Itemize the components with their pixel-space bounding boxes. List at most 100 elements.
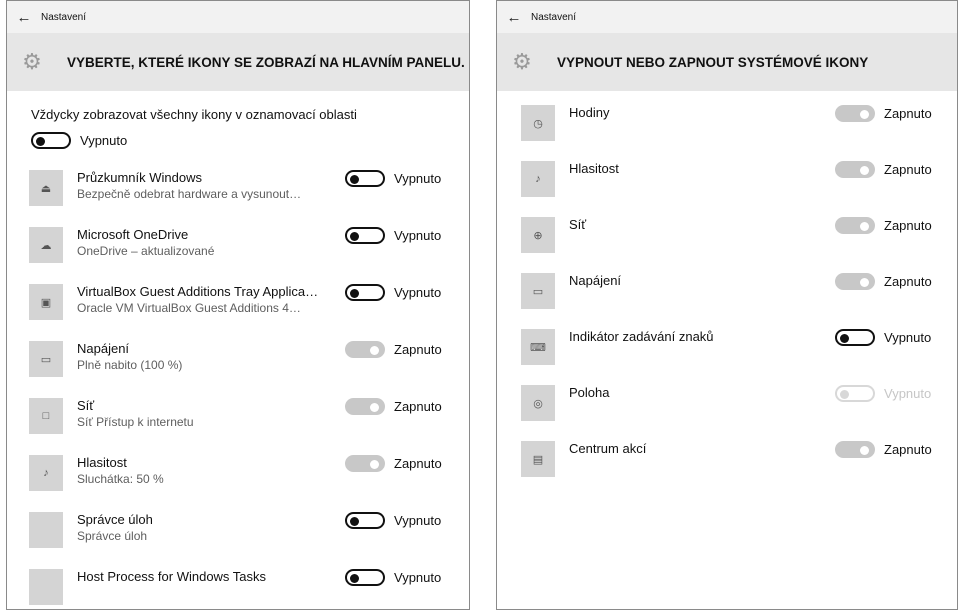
- title-bar: ← Nastavení: [7, 1, 469, 33]
- item-name: Napájení: [77, 341, 130, 356]
- location-icon: ◎: [521, 385, 555, 421]
- toggle-wrap: Zapnuto: [345, 341, 442, 358]
- toggle-state: Zapnuto: [394, 456, 442, 471]
- toggle-switch[interactable]: [345, 398, 385, 415]
- page-header: ⚙ VYBERTE, KTERÉ IKONY SE ZOBRAZÍ NA HLA…: [7, 33, 469, 91]
- keyboard-icon: ⌨: [521, 329, 555, 365]
- always-show-setting: Vždycky zobrazovat všechny ikony v oznam…: [7, 91, 469, 149]
- toggle-switch[interactable]: [835, 441, 875, 458]
- list-item: ⌨ Indikátor zadávání znaků Vypnuto: [497, 321, 957, 377]
- list-item: Host Process for Windows Tasks Vypnuto: [7, 560, 469, 609]
- toggle-wrap: Vypnuto: [345, 170, 441, 187]
- list-item: ♪ Hlasitost Zapnuto: [497, 153, 957, 209]
- list-item: ⊕ Síť Zapnuto: [497, 209, 957, 265]
- usb-eject-icon: ⏏: [29, 170, 63, 206]
- back-arrow-icon[interactable]: ←: [497, 9, 531, 26]
- toggle-switch[interactable]: [345, 569, 385, 586]
- always-show-toggle[interactable]: [31, 132, 71, 149]
- toggle-wrap: Vypnuto: [345, 512, 441, 529]
- toggle-switch[interactable]: [835, 329, 875, 346]
- list-item: ◷ Hodiny Zapnuto: [497, 97, 957, 153]
- toggle-switch[interactable]: [345, 341, 385, 358]
- blank-icon: [29, 569, 63, 605]
- list-item: ☁ Microsoft OneDrive OneDrive – aktualizov…: [7, 218, 469, 274]
- always-show-toggle-wrap: Vypnuto: [31, 132, 469, 149]
- toggle-switch[interactable]: [345, 284, 385, 301]
- item-name: Hodiny: [569, 105, 610, 120]
- toggle-state: Vypnuto: [394, 171, 442, 186]
- battery-icon: ▭: [521, 273, 555, 309]
- always-show-state: Vypnuto: [80, 133, 128, 148]
- blank-icon: [29, 512, 63, 548]
- item-subtitle: Síť Přístup k internetu: [77, 415, 194, 429]
- app-title: Nastavení: [531, 11, 577, 23]
- item-name: Indikátor zadávání znaků: [569, 329, 714, 344]
- toggle-wrap: Zapnuto: [345, 455, 442, 472]
- toggle-switch[interactable]: [345, 170, 385, 187]
- toggle-wrap: Vypnuto: [345, 227, 441, 244]
- toggle-state: Vypnuto: [394, 285, 442, 300]
- list-item: ♪ Hlasitost Sluchátka: 50 % Zapnuto: [7, 446, 469, 502]
- item-name: Poloha: [569, 385, 610, 400]
- toggle-wrap: Vypnuto: [345, 284, 441, 301]
- toggle-state: Zapnuto: [394, 399, 442, 414]
- toggle-state: Zapnuto: [394, 342, 442, 357]
- toggle-wrap: Zapnuto: [835, 217, 932, 234]
- item-name: VirtualBox Guest Additions Tray Applica…: [77, 284, 319, 299]
- list-item: ▣ VirtualBox Guest Additions Tray Applica…: [7, 275, 469, 331]
- toggle-switch: [835, 385, 875, 402]
- toggle-state: Vypnuto: [884, 386, 932, 401]
- toggle-wrap: Vypnuto: [345, 569, 441, 586]
- item-subtitle: Plně nabito (100 %): [77, 358, 183, 372]
- item-name: Hlasitost: [569, 161, 619, 176]
- list-item: ⏏ Průzkumník Windows Bezpečně odebrat hard…: [7, 161, 469, 217]
- app-title: Nastavení: [41, 11, 87, 23]
- list-item: Správce úloh Správce úloh Vypnuto: [7, 503, 469, 559]
- always-show-label: Vždycky zobrazovat všechny ikony v oznam…: [31, 107, 357, 122]
- item-name: Host Process for Windows Tasks: [77, 569, 267, 584]
- toggle-wrap: Zapnuto: [345, 398, 442, 415]
- page-header: ⚙ VYPNOUT NEBO ZAPNOUT SYSTÉMOVÉ IKONY: [497, 33, 957, 91]
- item-name: Průzkumník Windows: [77, 170, 202, 185]
- item-name: Centrum akcí: [569, 441, 647, 456]
- toggle-wrap: Vypnuto: [835, 329, 931, 346]
- item-subtitle: Správce úloh: [77, 529, 148, 543]
- toggle-wrap: Zapnuto: [835, 161, 932, 178]
- title-bar: ← Nastavení: [497, 1, 957, 33]
- toggle-switch[interactable]: [835, 105, 875, 122]
- item-subtitle: Bezpečně odebrat hardware a vysunout…: [77, 187, 302, 201]
- toggle-state: Vypnuto: [394, 570, 442, 585]
- toggle-wrap: Vypnuto: [835, 385, 931, 402]
- toggle-switch[interactable]: [345, 227, 385, 244]
- toggle-state: Zapnuto: [884, 274, 932, 289]
- left-settings-window: ← Nastavení ⚙ VYBERTE, KTERÉ IKONY SE ZO…: [6, 0, 470, 610]
- back-arrow-icon[interactable]: ←: [7, 9, 41, 26]
- toggle-switch[interactable]: [835, 217, 875, 234]
- page-title: VYBERTE, KTERÉ IKONY SE ZOBRAZÍ NA HLAVN…: [67, 54, 465, 70]
- toggle-wrap: Zapnuto: [835, 105, 932, 122]
- volume-icon: ♪: [521, 161, 555, 197]
- item-subtitle: Oracle VM VirtualBox Guest Additions 4…: [77, 301, 301, 315]
- list-item: ▭ Napájení Zapnuto: [497, 265, 957, 321]
- virtualbox-icon: ▣: [29, 284, 63, 320]
- item-name: Správce úloh: [77, 512, 153, 527]
- item-subtitle: OneDrive – aktualizované: [77, 244, 215, 258]
- toggle-switch[interactable]: [835, 273, 875, 290]
- item-name: Síť: [77, 398, 95, 413]
- action-center-icon: ▤: [521, 441, 555, 477]
- toggle-wrap: Zapnuto: [835, 273, 932, 290]
- list-item: ▭ Napájení Plně nabito (100 %) Zapnuto: [7, 332, 469, 388]
- toggle-switch[interactable]: [835, 161, 875, 178]
- toggle-state: Vypnuto: [394, 513, 442, 528]
- toggle-state: Vypnuto: [394, 228, 442, 243]
- toggle-state: Zapnuto: [884, 218, 932, 233]
- list-item: □ Síť Síť Přístup k internetu Zapnuto: [7, 389, 469, 445]
- item-subtitle: Sluchátka: 50 %: [77, 472, 164, 486]
- toggle-wrap: Zapnuto: [835, 441, 932, 458]
- item-name: Síť: [569, 217, 587, 232]
- toggle-switch[interactable]: [345, 455, 385, 472]
- network-icon: □: [29, 398, 63, 434]
- volume-icon: ♪: [29, 455, 63, 491]
- gear-icon: ⚙: [512, 49, 532, 74]
- toggle-switch[interactable]: [345, 512, 385, 529]
